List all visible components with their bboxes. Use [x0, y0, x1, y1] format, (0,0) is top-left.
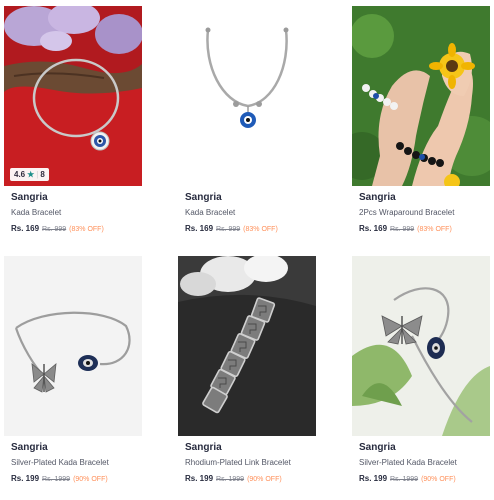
product-info: Sangria Silver-Plated Kada Bracelet Rs. … [11, 442, 109, 483]
product-photo-kada-on-red [4, 6, 142, 186]
product-discount: (90% OFF) [73, 476, 108, 483]
product-price: Rs. 199 [11, 474, 40, 483]
product-card[interactable]: 4.6 ★ | 8 Sangria Kada Bracelet Rs. 169 … [4, 6, 142, 246]
product-info: Sangria 2Pcs Wraparound Bracelet Rs. 169… [359, 192, 454, 233]
product-name: 2Pcs Wraparound Bracelet [359, 208, 455, 217]
product-image[interactable] [178, 256, 316, 436]
product-info: Sangria Kada Bracelet Rs. 169 Rs. 999 (8… [11, 192, 104, 233]
rating-count: 8 [40, 170, 45, 179]
product-name: Rhodium-Plated Link Bracelet [185, 458, 291, 467]
product-image[interactable]: 4.6 ★ | 8 [4, 6, 142, 186]
price-row: Rs. 169 Rs. 999 (83% OFF) [11, 224, 104, 233]
price-row: Rs. 169 Rs. 999 (83% OFF) [185, 224, 278, 233]
product-price: Rs. 169 [359, 224, 388, 233]
product-brand: Sangria [11, 192, 48, 203]
product-discount: (90% OFF) [421, 476, 456, 483]
product-card[interactable]: Sangria 2Pcs Wraparound Bracelet Rs. 169… [352, 6, 490, 246]
star-icon: ★ [27, 170, 35, 179]
product-card[interactable]: Sangria Kada Bracelet Rs. 169 Rs. 999 (8… [178, 6, 316, 246]
product-mrp: Rs. 1999 [390, 476, 419, 483]
rating-badge: 4.6 ★ | 8 [10, 168, 49, 181]
product-price: Rs. 169 [11, 224, 40, 233]
price-row: Rs. 199 Rs. 1999 (90% OFF) [185, 474, 291, 483]
product-photo-kada-on-white [178, 6, 316, 186]
product-name: Kada Bracelet [185, 208, 236, 217]
product-card[interactable]: Sangria Rhodium-Plated Link Bracelet Rs.… [178, 256, 316, 496]
product-price: Rs. 199 [185, 474, 214, 483]
product-info: Sangria Silver-Plated Kada Bracelet Rs. … [359, 442, 457, 483]
product-discount: (83% OFF) [243, 226, 278, 233]
product-mrp: Rs. 1999 [216, 476, 245, 483]
price-row: Rs. 199 Rs. 1999 (90% OFF) [11, 474, 109, 483]
rating-separator: | [36, 170, 39, 179]
product-mrp: Rs. 999 [390, 226, 415, 233]
product-card[interactable]: Sangria Silver-Plated Kada Bracelet Rs. … [4, 256, 142, 496]
product-image[interactable] [178, 6, 316, 186]
product-mrp: Rs. 999 [42, 226, 67, 233]
product-brand: Sangria [359, 192, 396, 203]
product-name: Silver-Plated Kada Bracelet [11, 458, 109, 467]
product-price: Rs. 169 [185, 224, 214, 233]
product-mrp: Rs. 999 [216, 226, 241, 233]
product-brand: Sangria [359, 442, 396, 453]
product-discount: (83% OFF) [417, 226, 452, 233]
product-photo-butterfly-kada-green [352, 256, 490, 436]
product-photo-butterfly-kada-white [4, 256, 142, 436]
product-brand: Sangria [11, 442, 48, 453]
price-row: Rs. 199 Rs. 1999 (90% OFF) [359, 474, 457, 483]
product-image[interactable] [4, 256, 142, 436]
product-photo-wraparound-on-hands [352, 6, 490, 186]
product-brand: Sangria [185, 192, 222, 203]
product-info: Sangria Kada Bracelet Rs. 169 Rs. 999 (8… [185, 192, 278, 233]
product-price: Rs. 199 [359, 474, 388, 483]
product-discount: (90% OFF) [247, 476, 282, 483]
product-image[interactable] [352, 6, 490, 186]
product-info: Sangria Rhodium-Plated Link Bracelet Rs.… [185, 442, 291, 483]
product-image[interactable] [352, 256, 490, 436]
product-name: Kada Bracelet [11, 208, 62, 217]
product-mrp: Rs. 1999 [42, 476, 71, 483]
product-name: Silver-Plated Kada Bracelet [359, 458, 457, 467]
product-discount: (83% OFF) [69, 226, 104, 233]
price-row: Rs. 169 Rs. 999 (83% OFF) [359, 224, 454, 233]
rating-value: 4.6 [14, 170, 26, 179]
product-photo-link-bracelet-dark [178, 256, 316, 436]
product-card[interactable]: Sangria Silver-Plated Kada Bracelet Rs. … [352, 256, 490, 496]
product-grid: 4.6 ★ | 8 Sangria Kada Bracelet Rs. 169 … [0, 0, 494, 500]
product-brand: Sangria [185, 442, 222, 453]
